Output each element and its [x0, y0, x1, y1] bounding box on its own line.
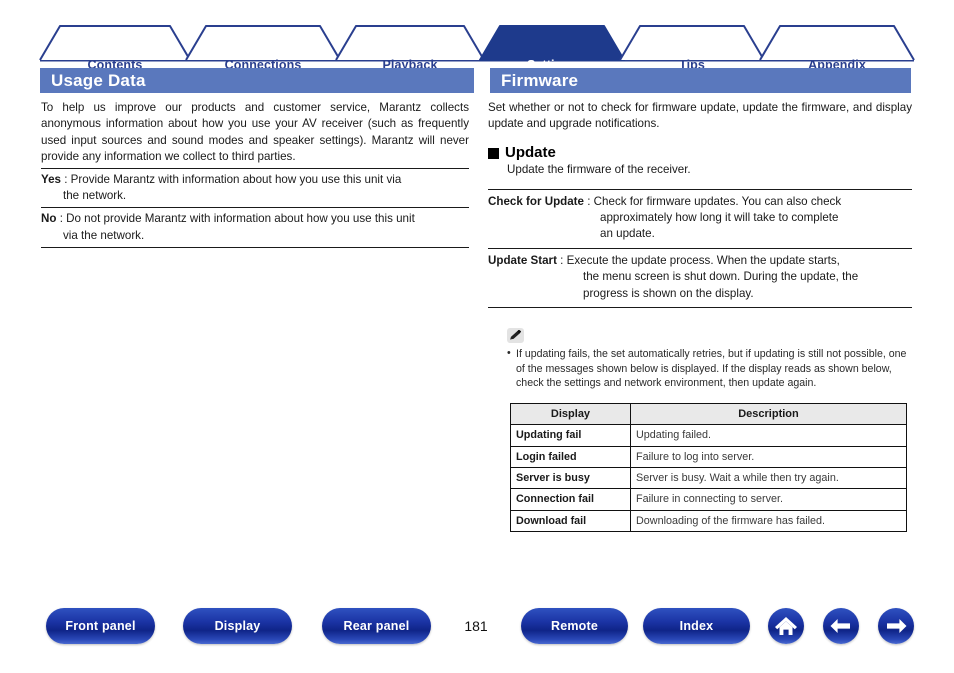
table-cell-description: Updating failed.	[630, 424, 907, 447]
option-yes-colon: :	[61, 172, 71, 186]
table-cell-display: Download fail	[510, 509, 631, 533]
table-row: Login failed Failure to log into server.	[510, 445, 907, 469]
option-yes-term: Yes	[41, 172, 61, 186]
table-row: Updating fail Updating failed.	[510, 424, 907, 447]
page-number: 181	[464, 618, 488, 634]
item-check-for-update-line3: an update.	[600, 227, 655, 241]
tab-bar: Contents Connections Playback Settings T…	[0, 22, 954, 72]
right-column: Set whether or not to check for firmware…	[488, 100, 912, 533]
option-no-term: No	[41, 212, 57, 226]
section-title-usage-data: Usage Data	[40, 68, 473, 93]
item-check-for-update-term: Check for Update	[488, 194, 584, 208]
option-yes-line2: the network.	[63, 189, 127, 203]
table-cell-description: Failure in connecting to server.	[630, 488, 907, 511]
table-cell-display: Server is busy	[510, 467, 631, 490]
note-bullet-item: If updating fails, the set automatically…	[507, 346, 912, 391]
forward-arrow-icon[interactable]	[878, 608, 914, 644]
subsection-update: Update	[488, 143, 912, 161]
item-update-start-line3: progress is shown on the display.	[583, 286, 754, 300]
table-header-description: Description	[630, 402, 907, 426]
rear-panel-button[interactable]: Rear panel	[322, 608, 431, 644]
table-cell-description: Server is busy. Wait a while then try ag…	[630, 467, 907, 490]
item-update-start: Update Start : Execute the update proces…	[488, 247, 912, 309]
back-arrow-icon[interactable]	[823, 608, 859, 644]
table-cell-display: Updating fail	[510, 424, 631, 447]
usage-data-intro: To help us improve our products and cust…	[41, 101, 469, 164]
table-cell-description: Failure to log into server.	[630, 445, 907, 469]
table-cell-display: Connection fail	[510, 488, 631, 511]
square-bullet-icon	[488, 147, 499, 159]
item-update-start-line2: the menu screen is shut down. During the…	[583, 270, 859, 284]
note-block: If updating fails, the set automatically…	[488, 328, 912, 391]
left-column: To help us improve our products and cust…	[41, 100, 469, 249]
index-button[interactable]: Index	[643, 608, 750, 644]
table-header-display: Display	[510, 402, 631, 426]
option-no-line1: Do not provide Marantz with information …	[66, 212, 415, 226]
table-header-row: Display Description	[510, 402, 907, 426]
firmware-intro: Set whether or not to check for firmware…	[488, 101, 912, 131]
item-check-for-update-line2: approximately how long it will take to c…	[600, 211, 839, 225]
tab-bar-shapes	[39, 25, 915, 62]
option-no-colon: :	[56, 212, 67, 226]
footer-nav: Front panel Display Rear panel 181 Remot…	[0, 608, 954, 650]
pencil-icon	[507, 328, 524, 344]
item-update-start-line1: Execute the update process. When the upd…	[566, 253, 840, 267]
option-yes-line1: Provide Marantz with information about h…	[70, 172, 402, 186]
item-check-for-update-line1: Check for firmware updates. You can also…	[593, 194, 842, 208]
item-update-start-term: Update Start	[488, 253, 557, 267]
remote-button[interactable]: Remote	[521, 608, 628, 644]
section-bar-stub	[455, 68, 474, 93]
table-cell-description: Downloading of the firmware has failed.	[630, 509, 907, 533]
subsection-update-desc: Update the firmware of the receiver.	[507, 163, 691, 177]
option-no-line2: via the network.	[63, 228, 145, 242]
section-title-firmware: Firmware	[490, 68, 911, 93]
note-bullet-list: If updating fails, the set automatically…	[507, 346, 912, 391]
subsection-update-label: Update	[505, 143, 556, 161]
home-icon[interactable]	[768, 608, 804, 644]
error-message-table: Display Description Updating fail Updati…	[510, 402, 907, 533]
item-update-start-colon: :	[556, 253, 567, 267]
display-button[interactable]: Display	[183, 608, 292, 644]
table-cell-display: Login failed	[510, 445, 631, 469]
table-row: Connection fail Failure in connecting to…	[510, 488, 907, 511]
option-no: No : Do not provide Marantz with informa…	[41, 207, 469, 249]
table-row: Download fail Downloading of the firmwar…	[510, 509, 907, 533]
item-check-for-update: Check for Update : Check for firmware up…	[488, 188, 912, 248]
table-row: Server is busy Server is busy. Wait a wh…	[510, 467, 907, 490]
front-panel-button[interactable]: Front panel	[46, 608, 155, 644]
item-check-for-update-colon: :	[584, 194, 594, 208]
option-yes: Yes : Provide Marantz with information a…	[41, 167, 469, 208]
